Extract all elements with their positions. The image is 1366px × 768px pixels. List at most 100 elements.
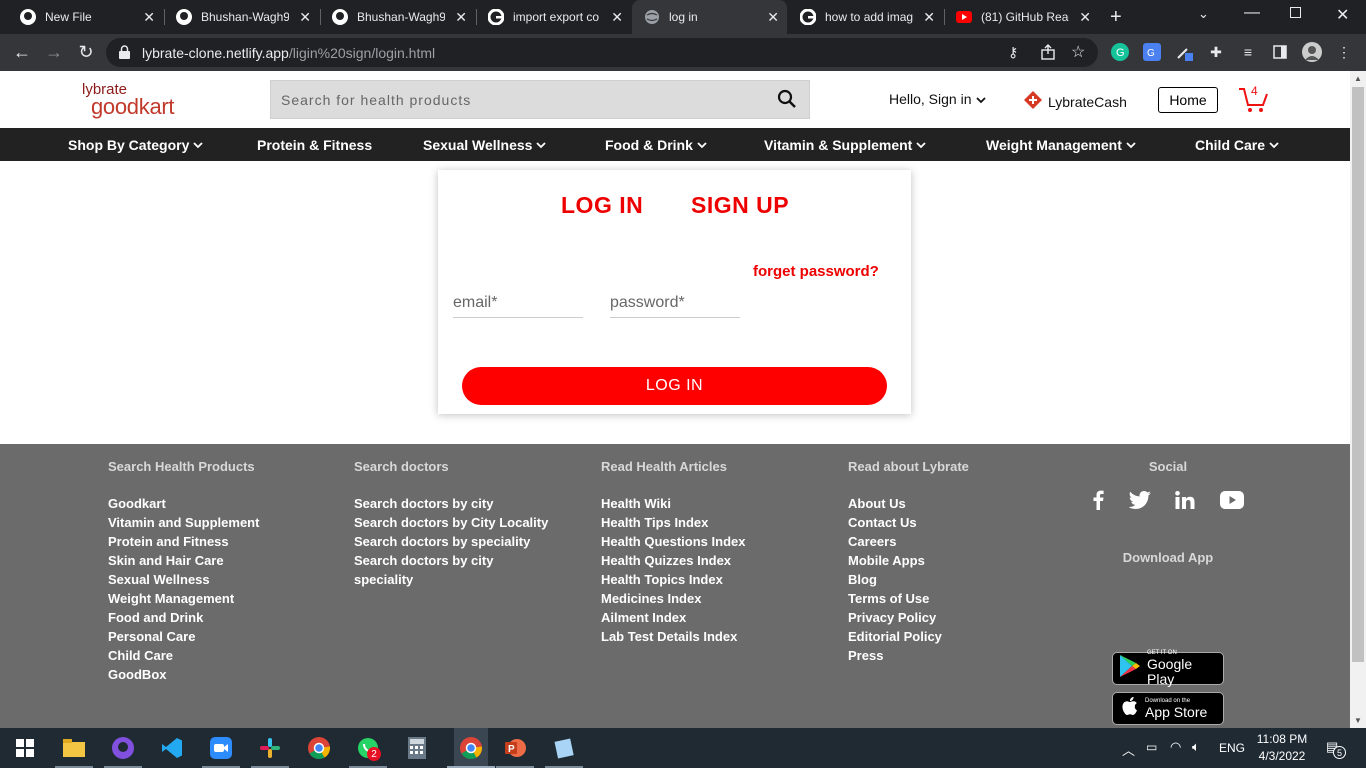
notification-icon[interactable]: ▤ 5 [1326,739,1346,759]
volume-icon[interactable]: 🔈︎ [1192,739,1200,755]
facebook-icon[interactable] [1092,490,1104,515]
footer-link[interactable]: Careers [848,532,969,551]
footer-link[interactable]: Press [848,646,969,665]
clock[interactable]: 11:08 PM 4/3/2022 [1256,732,1308,763]
page-scrollbar[interactable]: ▲ ▼ [1350,71,1366,728]
nav-sexual-wellness[interactable]: Sexual Wellness [423,137,547,153]
footer-link[interactable]: Search doctors by city [354,551,548,570]
email-field[interactable] [453,288,583,318]
footer-link[interactable]: Vitamin and Supplement [108,513,259,532]
address-bar[interactable]: lybrate-clone.netlify.app/ligin%20sign/l… [106,38,1098,67]
slack-icon[interactable] [258,736,282,760]
footer-link[interactable]: Ailment Index [601,608,745,627]
wifi-icon[interactable]: ◠ [1170,739,1181,755]
browser-tab[interactable]: Bhushan-Wagh98 ✕ [320,0,475,34]
footer-link[interactable]: Food and Drink [108,608,259,627]
whatsapp-icon[interactable]: 2 [356,736,381,761]
footer-link[interactable]: Search doctors by speciality [354,532,548,551]
extensions-icon[interactable]: ✚ [1206,42,1226,62]
footer-link[interactable]: Search doctors by city [354,494,548,513]
translate-icon[interactable]: G [1142,42,1162,62]
lybratecash-link[interactable]: LybrateCash [1023,90,1127,113]
window-close-button[interactable]: ✕ [1336,5,1349,25]
footer-link[interactable]: Health Wiki [601,494,745,513]
footer-link[interactable]: Contact Us [848,513,969,532]
footer-link[interactable]: Sexual Wellness [108,570,259,589]
language-indicator[interactable]: ENG [1219,741,1245,755]
footer-link[interactable]: Medicines Index [601,589,745,608]
tab-login[interactable]: LOG IN [561,192,643,219]
footer-link[interactable]: Skin and Hair Care [108,551,259,570]
vscode-icon[interactable] [160,736,184,760]
tab-signup[interactable]: SIGN UP [691,192,789,219]
grammarly-icon[interactable]: G [1110,42,1130,62]
login-button[interactable]: LOG IN [462,367,887,405]
forward-button[interactable]: → [42,40,66,64]
key-icon[interactable]: ⚷ [1008,44,1018,61]
browser-tab[interactable]: New File ✕ [8,0,163,34]
minimize-button[interactable]: — [1244,4,1260,22]
reload-button[interactable]: ↻ [74,40,98,64]
footer-link[interactable]: Health Topics Index [601,570,745,589]
footer-link[interactable]: Goodkart [108,494,259,513]
bookmark-star-icon[interactable]: ☆ [1071,42,1085,62]
footer-link[interactable]: About Us [848,494,969,513]
nav-child-care[interactable]: Child Care [1195,137,1279,153]
close-icon[interactable]: ✕ [767,9,779,26]
media-control-icon[interactable]: ≡ [1238,42,1258,62]
close-icon[interactable]: ✕ [923,9,935,26]
share-icon[interactable] [1040,44,1056,65]
close-icon[interactable]: ✕ [455,9,467,26]
footer-link[interactable]: Health Quizzes Index [601,551,745,570]
browser-tab[interactable]: how to add imag ✕ [788,0,943,34]
footer-link[interactable]: Editorial Policy [848,627,969,646]
cart-button[interactable]: 4 [1237,84,1269,114]
footer-link[interactable]: Health Questions Index [601,532,745,551]
footer-link[interactable]: Health Tips Index [601,513,745,532]
scrollbar-thumb[interactable] [1352,87,1364,662]
footer-link[interactable]: Search doctors by City Locality [354,513,548,532]
footer-link[interactable]: Privacy Policy [848,608,969,627]
site-logo[interactable]: lybrate goodkart [82,79,197,121]
github-desktop-icon[interactable] [111,736,135,760]
twitter-icon[interactable] [1128,491,1151,514]
windows-start-icon[interactable] [13,736,37,760]
nav-food-drink[interactable]: Food & Drink [605,137,707,153]
eyedropper-icon[interactable] [1174,42,1194,62]
side-panel-icon[interactable] [1270,42,1290,62]
footer-link[interactable]: Lab Test Details Index [601,627,745,646]
chrome-profile-taskbar-icon[interactable] [454,728,488,768]
notepad-icon[interactable] [552,736,576,760]
search-input[interactable] [281,90,751,110]
footer-link[interactable]: Blog [848,570,969,589]
close-icon[interactable]: ✕ [299,9,311,26]
browser-tab[interactable]: Bhushan-Wagh98 ✕ [164,0,319,34]
footer-link[interactable]: speciality [354,570,548,589]
chrome-icon[interactable] [307,736,331,760]
footer-link[interactable]: Protein and Fitness [108,532,259,551]
signin-menu[interactable]: Hello, Sign in [889,91,986,107]
forget-password-link[interactable]: forget password? [753,263,879,280]
back-button[interactable]: ← [10,40,34,64]
more-menu-icon[interactable]: ⋮ [1334,42,1354,62]
browser-tab[interactable]: import export co ✕ [476,0,631,34]
close-icon[interactable]: ✕ [1079,9,1091,26]
footer-link[interactable]: GoodBox [108,665,259,684]
footer-link[interactable]: Weight Management [108,589,259,608]
powerpoint-icon[interactable]: P [503,736,527,760]
lock-icon[interactable] [119,45,130,64]
nav-shop-by-category[interactable]: Shop By Category [68,137,203,153]
linkedin-icon[interactable] [1175,491,1195,514]
search-icon[interactable] [777,89,797,114]
google-play-badge[interactable]: GET IT ON Google Play [1112,650,1224,687]
footer-link[interactable]: Terms of Use [848,589,969,608]
nav-vitamin-supplement[interactable]: Vitamin & Supplement [764,137,926,153]
footer-link[interactable]: Mobile Apps [848,551,969,570]
youtube-icon[interactable] [1219,491,1244,514]
app-store-badge[interactable]: Download on the App Store [1112,692,1224,725]
close-icon[interactable]: ✕ [143,9,155,26]
browser-tab[interactable]: (81) GitHub Read ✕ [944,0,1099,34]
restore-button[interactable] [1290,7,1301,18]
zoom-icon[interactable] [209,736,233,760]
footer-link[interactable]: Child Care [108,646,259,665]
